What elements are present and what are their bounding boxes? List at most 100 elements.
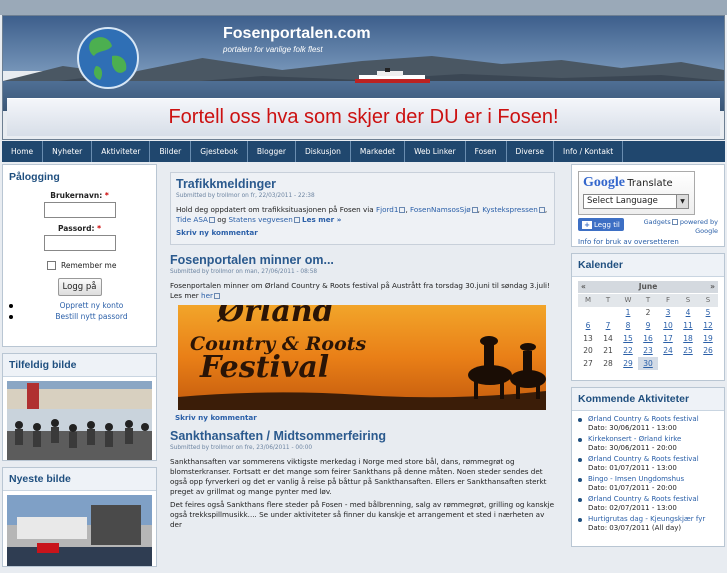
nav-nyheter[interactable]: Nyheter <box>43 141 93 162</box>
translate-info-link[interactable]: Info for bruk av oversetteren <box>578 238 718 246</box>
calendar-day[interactable]: 22 <box>618 344 638 357</box>
link-vegvesen[interactable]: Statens vegvesen <box>229 215 293 224</box>
reset-password-link[interactable]: Bestill nytt passord <box>27 312 156 321</box>
calendar-day[interactable]: 30 <box>638 356 658 370</box>
newest-image[interactable] <box>7 495 152 566</box>
calendar-weekday: W <box>618 294 638 307</box>
nav-fosen[interactable]: Fosen <box>466 141 507 162</box>
login-title: Pålogging <box>9 171 60 183</box>
activity-date: Dato: 01/07/2011 - 13:00 <box>588 464 677 472</box>
activity-link[interactable]: Hurtigrutas dag - Kjeungskjær fyr <box>588 515 705 524</box>
calendar-day[interactable]: 18 <box>678 332 698 345</box>
calendar-day[interactable]: 5 <box>698 307 718 320</box>
link-fosennamsos[interactable]: FosenNamsosSjø <box>410 205 471 214</box>
password-field[interactable] <box>43 235 116 251</box>
remember-me[interactable]: Remember me <box>47 261 156 270</box>
calendar-day[interactable]: 6 <box>578 319 598 332</box>
calendar-day[interactable]: 7 <box>598 319 618 332</box>
calendar-day[interactable]: 1 <box>618 307 638 320</box>
festival-image-text: Ørland <box>218 305 334 329</box>
nav-home[interactable]: Home <box>2 141 44 162</box>
list-item: Ørland Country & Roots festival Dato: 01/… <box>578 455 718 473</box>
username-field[interactable] <box>43 202 116 218</box>
article-submitted: Submitted by trollmor on fr, 22/03/2011 … <box>176 193 315 199</box>
create-account-link[interactable]: Opprett ny konto <box>27 301 156 310</box>
site-title[interactable]: Fosenportalen.com <box>223 25 371 43</box>
calendar-day[interactable]: 16 <box>638 332 658 345</box>
comment-link[interactable]: Skriv ny kommentar <box>175 413 555 423</box>
calendar-day[interactable]: 24 <box>658 344 678 357</box>
calendar-day[interactable]: 11 <box>678 319 698 332</box>
nav-info-kontakt[interactable]: Info / Kontakt <box>554 141 624 162</box>
calendar-month-header: « June » <box>578 281 718 293</box>
login-button[interactable]: Logg på <box>57 278 102 296</box>
nav-bilder[interactable]: Bilder <box>150 141 192 162</box>
calendar-day[interactable]: 19 <box>698 332 718 345</box>
article-title[interactable]: Sankthansaften / Midtsommerfeiring <box>170 430 555 443</box>
calendar-day[interactable]: 29 <box>618 357 638 370</box>
external-link-icon <box>671 219 678 225</box>
article-title[interactable]: Fosenportalen minner om... <box>170 254 555 267</box>
activity-date: Dato: 30/06/2011 - 13:00 <box>588 424 677 432</box>
nav-diskusjon[interactable]: Diskusjon <box>296 141 351 162</box>
calendar-day: 13 <box>583 333 593 343</box>
calendar-day[interactable]: 23 <box>638 344 658 357</box>
calendar-weekday: T <box>598 294 618 307</box>
language-select[interactable]: Select Language ▼ <box>583 194 689 209</box>
right-sidebar: Google Translate Select Language ▼ + Legg … <box>571 164 725 553</box>
google-link[interactable]: Google <box>695 227 718 235</box>
link-fjord1[interactable]: Fjord1 <box>376 205 399 214</box>
calendar-day[interactable]: 3 <box>658 307 678 320</box>
translate-block: Google Translate Select Language ▼ + Legg … <box>571 164 725 247</box>
activity-date: Dato: 02/07/2011 - 13:00 <box>588 504 677 512</box>
article-submitted: Submitted by trollmor on fre, 23/06/2011… <box>170 445 313 451</box>
activity-link[interactable]: Ørland Country & Roots festival <box>588 415 699 424</box>
calendar-day[interactable]: 17 <box>658 332 678 345</box>
calendar-day[interactable]: 9 <box>638 319 658 332</box>
link-tide[interactable]: Tide ASA <box>176 215 208 224</box>
activity-link[interactable]: Ørland Country & Roots festival <box>588 455 699 464</box>
random-image[interactable] <box>7 381 152 460</box>
gadgets-link[interactable]: Gadgets <box>644 218 671 226</box>
calendar-day[interactable]: 15 <box>618 332 638 345</box>
article-submitted: Submitted by trollmor on man, 27/06/2011… <box>170 269 318 275</box>
calendar-day[interactable]: 25 <box>678 344 698 357</box>
activity-date: Dato: 01/07/2011 - 20:00 <box>588 484 677 492</box>
nav-markedet[interactable]: Markedet <box>351 141 406 162</box>
calendar-next[interactable]: » <box>710 281 715 293</box>
here-link[interactable]: her <box>201 291 213 300</box>
article-body: Sankthansaften var sommerens viktigste m… <box>170 457 547 496</box>
activity-link[interactable]: Kirkekonsert - Ørland kirke <box>588 435 681 444</box>
list-item: Opprett ny konto <box>3 300 156 311</box>
nav-aktiviteter[interactable]: Aktiviteter <box>92 141 151 162</box>
calendar-day: 27 <box>583 358 593 368</box>
powered-by-label: powered by <box>679 218 718 226</box>
remember-checkbox[interactable] <box>47 261 56 270</box>
calendar-grid: M T W T F S S 1 2 3 4 5 6 7 8 9 10 11 12 13 14 15 16 17 18 19 20 21… <box>578 294 718 370</box>
calendar-day[interactable]: 8 <box>618 319 638 332</box>
external-link-icon <box>293 217 300 223</box>
newest-image-title: Nyeste bilde <box>3 468 156 491</box>
nav-blogger[interactable]: Blogger <box>248 141 296 162</box>
top-strip <box>0 0 727 15</box>
google-translate-widget: Google Translate Select Language ▼ <box>578 171 695 215</box>
calendar-day[interactable]: 10 <box>658 319 678 332</box>
calendar-day[interactable]: 4 <box>678 307 698 320</box>
nav-web-linker[interactable]: Web Linker <box>405 141 466 162</box>
read-more-link[interactable]: Les mer » <box>302 215 341 224</box>
nav-diverse[interactable]: Diverse <box>507 141 555 162</box>
login-links: Opprett ny konto Bestill nytt passord <box>3 300 156 322</box>
calendar-day[interactable]: 26 <box>698 344 718 357</box>
comment-link[interactable]: Skriv ny kommentar <box>176 228 549 238</box>
add-to-google-button[interactable]: + Legg til <box>578 218 624 231</box>
festival-image[interactable]: Ørland Country & Roots Festival <box>178 305 546 410</box>
article-title[interactable]: Trafikkmeldinger <box>176 178 549 191</box>
nav-gjestebok[interactable]: Gjestebok <box>191 141 248 162</box>
plus-icon: + <box>582 220 593 229</box>
link-kystekspressen[interactable]: Kystekspressen <box>482 205 538 214</box>
calendar-day[interactable]: 12 <box>698 319 718 332</box>
activity-link[interactable]: Bingo - Imsen Ungdomshus <box>588 475 684 484</box>
calendar-prev[interactable]: « <box>581 281 586 293</box>
activity-link[interactable]: Ørland Country & Roots festival <box>588 495 699 504</box>
external-link-icon <box>538 207 545 213</box>
